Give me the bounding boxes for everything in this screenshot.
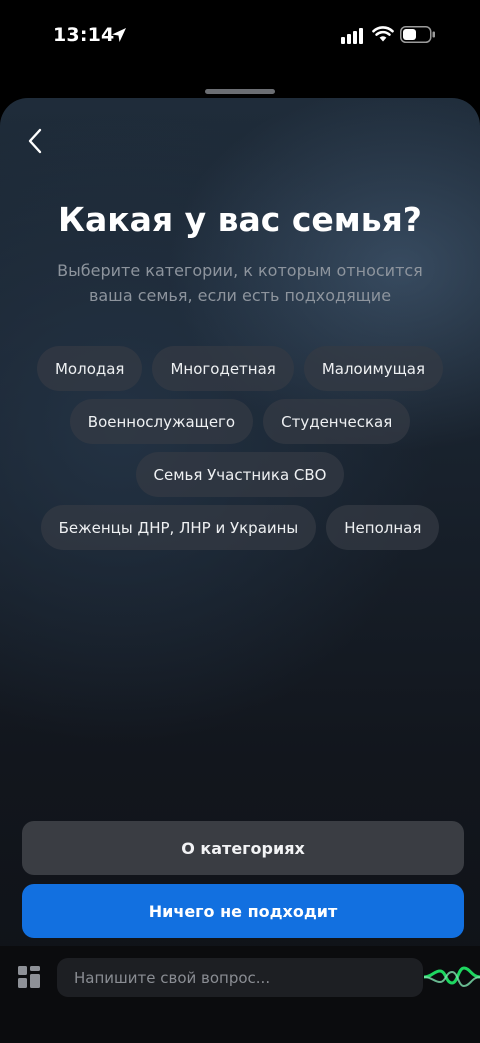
- location-arrow-icon: [112, 28, 126, 42]
- chip-row: Военнослужащего Студенческая: [0, 399, 480, 444]
- voice-assistant-icon[interactable]: [424, 962, 480, 992]
- category-chip-single-parent[interactable]: Неполная: [326, 505, 440, 550]
- chip-row: Молодая Многодетная Малоимущая: [0, 346, 480, 391]
- sheet-grabber[interactable]: [205, 89, 275, 94]
- chip-row: Семья Участника СВО: [0, 452, 480, 497]
- category-chip-refugees[interactable]: Беженцы ДНР, ЛНР и Украины: [40, 505, 317, 550]
- chip-row: Беженцы ДНР, ЛНР и Украины Неполная: [0, 505, 480, 550]
- status-bar: 13:14: [0, 0, 480, 70]
- category-chip-svo-participant[interactable]: Семья Участника СВО: [135, 452, 345, 497]
- wifi-icon: [372, 26, 394, 42]
- cellular-signal-icon: [341, 28, 363, 44]
- category-chip-low-income[interactable]: Малоимущая: [303, 346, 444, 391]
- category-chip-student[interactable]: Студенческая: [263, 399, 411, 444]
- category-chip-young[interactable]: Молодая: [36, 346, 143, 391]
- status-time: 13:14: [53, 24, 115, 46]
- category-chip-military[interactable]: Военнослужащего: [69, 399, 254, 444]
- category-chip-large-family[interactable]: Многодетная: [152, 346, 294, 391]
- about-categories-button[interactable]: О категориях: [22, 821, 464, 875]
- apps-grid-icon[interactable]: [18, 966, 40, 988]
- back-button[interactable]: [20, 126, 50, 156]
- category-chips: Молодая Многодетная Малоимущая Военнослу…: [0, 346, 480, 558]
- chevron-left-icon: [28, 128, 42, 154]
- page-title: Какая у вас семья?: [58, 200, 422, 239]
- nothing-fits-button[interactable]: Ничего не подходит: [22, 884, 464, 938]
- page-subtitle: Выберите категории, к которым относится …: [57, 261, 423, 305]
- question-input[interactable]: [57, 958, 423, 997]
- battery-icon: [400, 26, 435, 43]
